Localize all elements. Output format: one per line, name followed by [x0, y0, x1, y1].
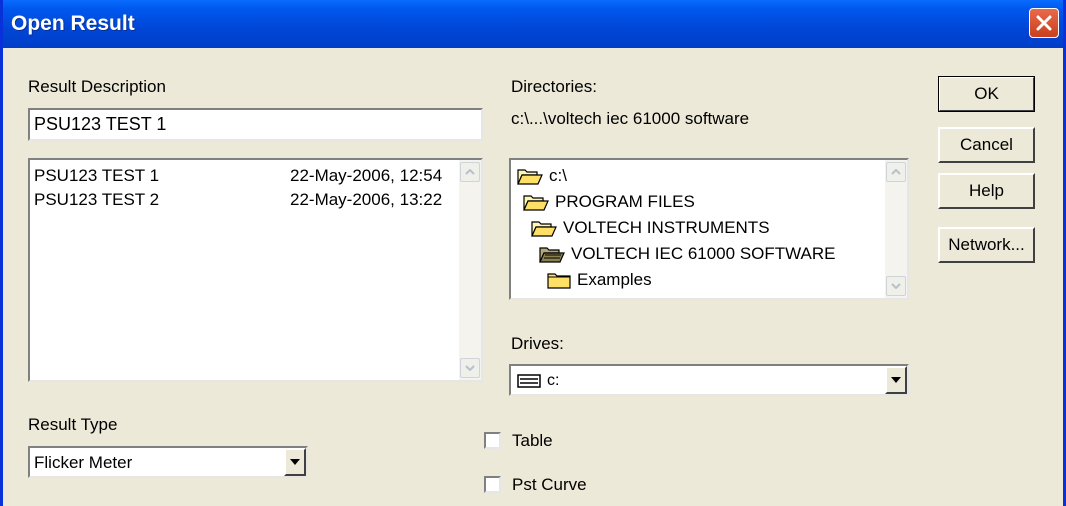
open-folder-icon	[523, 195, 549, 211]
help-button[interactable]: Help	[938, 173, 1035, 209]
directory-name: PROGRAM FILES	[555, 192, 695, 211]
network-button[interactable]: Network...	[938, 227, 1035, 263]
result-description-label: Result Description	[28, 77, 166, 96]
chevron-up-icon	[891, 169, 901, 175]
list-item[interactable]: PSU123 TEST 2 22-May-2006, 13:22	[34, 190, 442, 212]
list-item[interactable]: PSU123 TEST 1 22-May-2006, 12:54	[34, 166, 442, 188]
directory-name: VOLTECH INSTRUMENTS	[563, 218, 770, 237]
chevron-down-icon	[891, 377, 901, 383]
result-description-input[interactable]: PSU123 TEST 1	[28, 108, 483, 141]
directory-name: VOLTECH IEC 61000 SOFTWARE	[571, 244, 836, 263]
drives-value: c:	[547, 372, 560, 389]
close-icon	[1036, 15, 1052, 31]
pst-curve-label: Pst Curve	[512, 475, 587, 494]
drives-select[interactable]: c:	[509, 364, 909, 396]
drives-label: Drives:	[511, 334, 564, 353]
result-type-dropdown-button[interactable]	[284, 448, 306, 476]
result-list[interactable]: PSU123 TEST 1 22-May-2006, 12:54 PSU123 …	[28, 158, 483, 382]
directory-tree[interactable]: c:\ PROGRAM FILES VOLTECH INSTRUMENTS VO…	[509, 158, 909, 300]
result-type-select[interactable]: Flicker Meter	[28, 446, 308, 478]
table-checkbox[interactable]	[484, 432, 501, 449]
pst-curve-checkbox[interactable]	[484, 476, 501, 493]
directory-item-voltech-instruments[interactable]: VOLTECH INSTRUMENTS	[531, 215, 770, 241]
drive-icon	[517, 374, 541, 388]
current-directory-path: c:\...\voltech iec 61000 software	[511, 109, 750, 128]
directory-item-program-files[interactable]: PROGRAM FILES	[523, 189, 695, 215]
chevron-down-icon	[465, 365, 475, 371]
open-folder-icon	[531, 221, 557, 237]
title-bar[interactable]: Open Result	[3, 0, 1063, 48]
close-button[interactable]	[1029, 8, 1059, 38]
scroll-down-button[interactable]	[460, 358, 480, 378]
drives-dropdown-button[interactable]	[885, 366, 907, 394]
result-date: 22-May-2006, 13:22	[290, 190, 443, 209]
open-result-dialog: Open Result Result Description PSU123 TE…	[0, 0, 1066, 506]
cancel-button[interactable]: Cancel	[938, 127, 1035, 163]
directory-name: Examples	[577, 270, 652, 289]
chevron-down-icon	[891, 283, 901, 289]
directories-label: Directories:	[511, 77, 597, 96]
directory-item-c[interactable]: c:\	[517, 163, 567, 189]
dialog-title: Open Result	[11, 12, 135, 35]
scroll-down-button[interactable]	[886, 276, 906, 296]
scroll-up-button[interactable]	[460, 162, 480, 182]
open-folder-selected-icon	[539, 247, 565, 263]
table-label: Table	[512, 431, 553, 450]
result-name: PSU123 TEST 2	[34, 190, 160, 209]
directory-tree-scrollbar[interactable]	[885, 160, 907, 298]
open-folder-icon	[517, 169, 543, 185]
directory-name: c:\	[549, 166, 567, 185]
drives-value-wrap: c:	[517, 372, 559, 390]
directory-item-examples[interactable]: Examples	[547, 267, 652, 293]
ok-button[interactable]: OK	[938, 76, 1035, 112]
scroll-up-button[interactable]	[886, 162, 906, 182]
result-date: 22-May-2006, 12:54	[290, 166, 443, 185]
result-type-value: Flicker Meter	[34, 453, 133, 472]
chevron-down-icon	[290, 459, 300, 465]
result-type-label: Result Type	[28, 415, 118, 434]
result-name: PSU123 TEST 1	[34, 166, 160, 185]
chevron-up-icon	[465, 169, 475, 175]
directory-item-voltech-iec-61000-software[interactable]: VOLTECH IEC 61000 SOFTWARE	[539, 241, 836, 267]
result-list-scrollbar[interactable]	[459, 160, 481, 380]
closed-folder-icon	[547, 273, 571, 289]
